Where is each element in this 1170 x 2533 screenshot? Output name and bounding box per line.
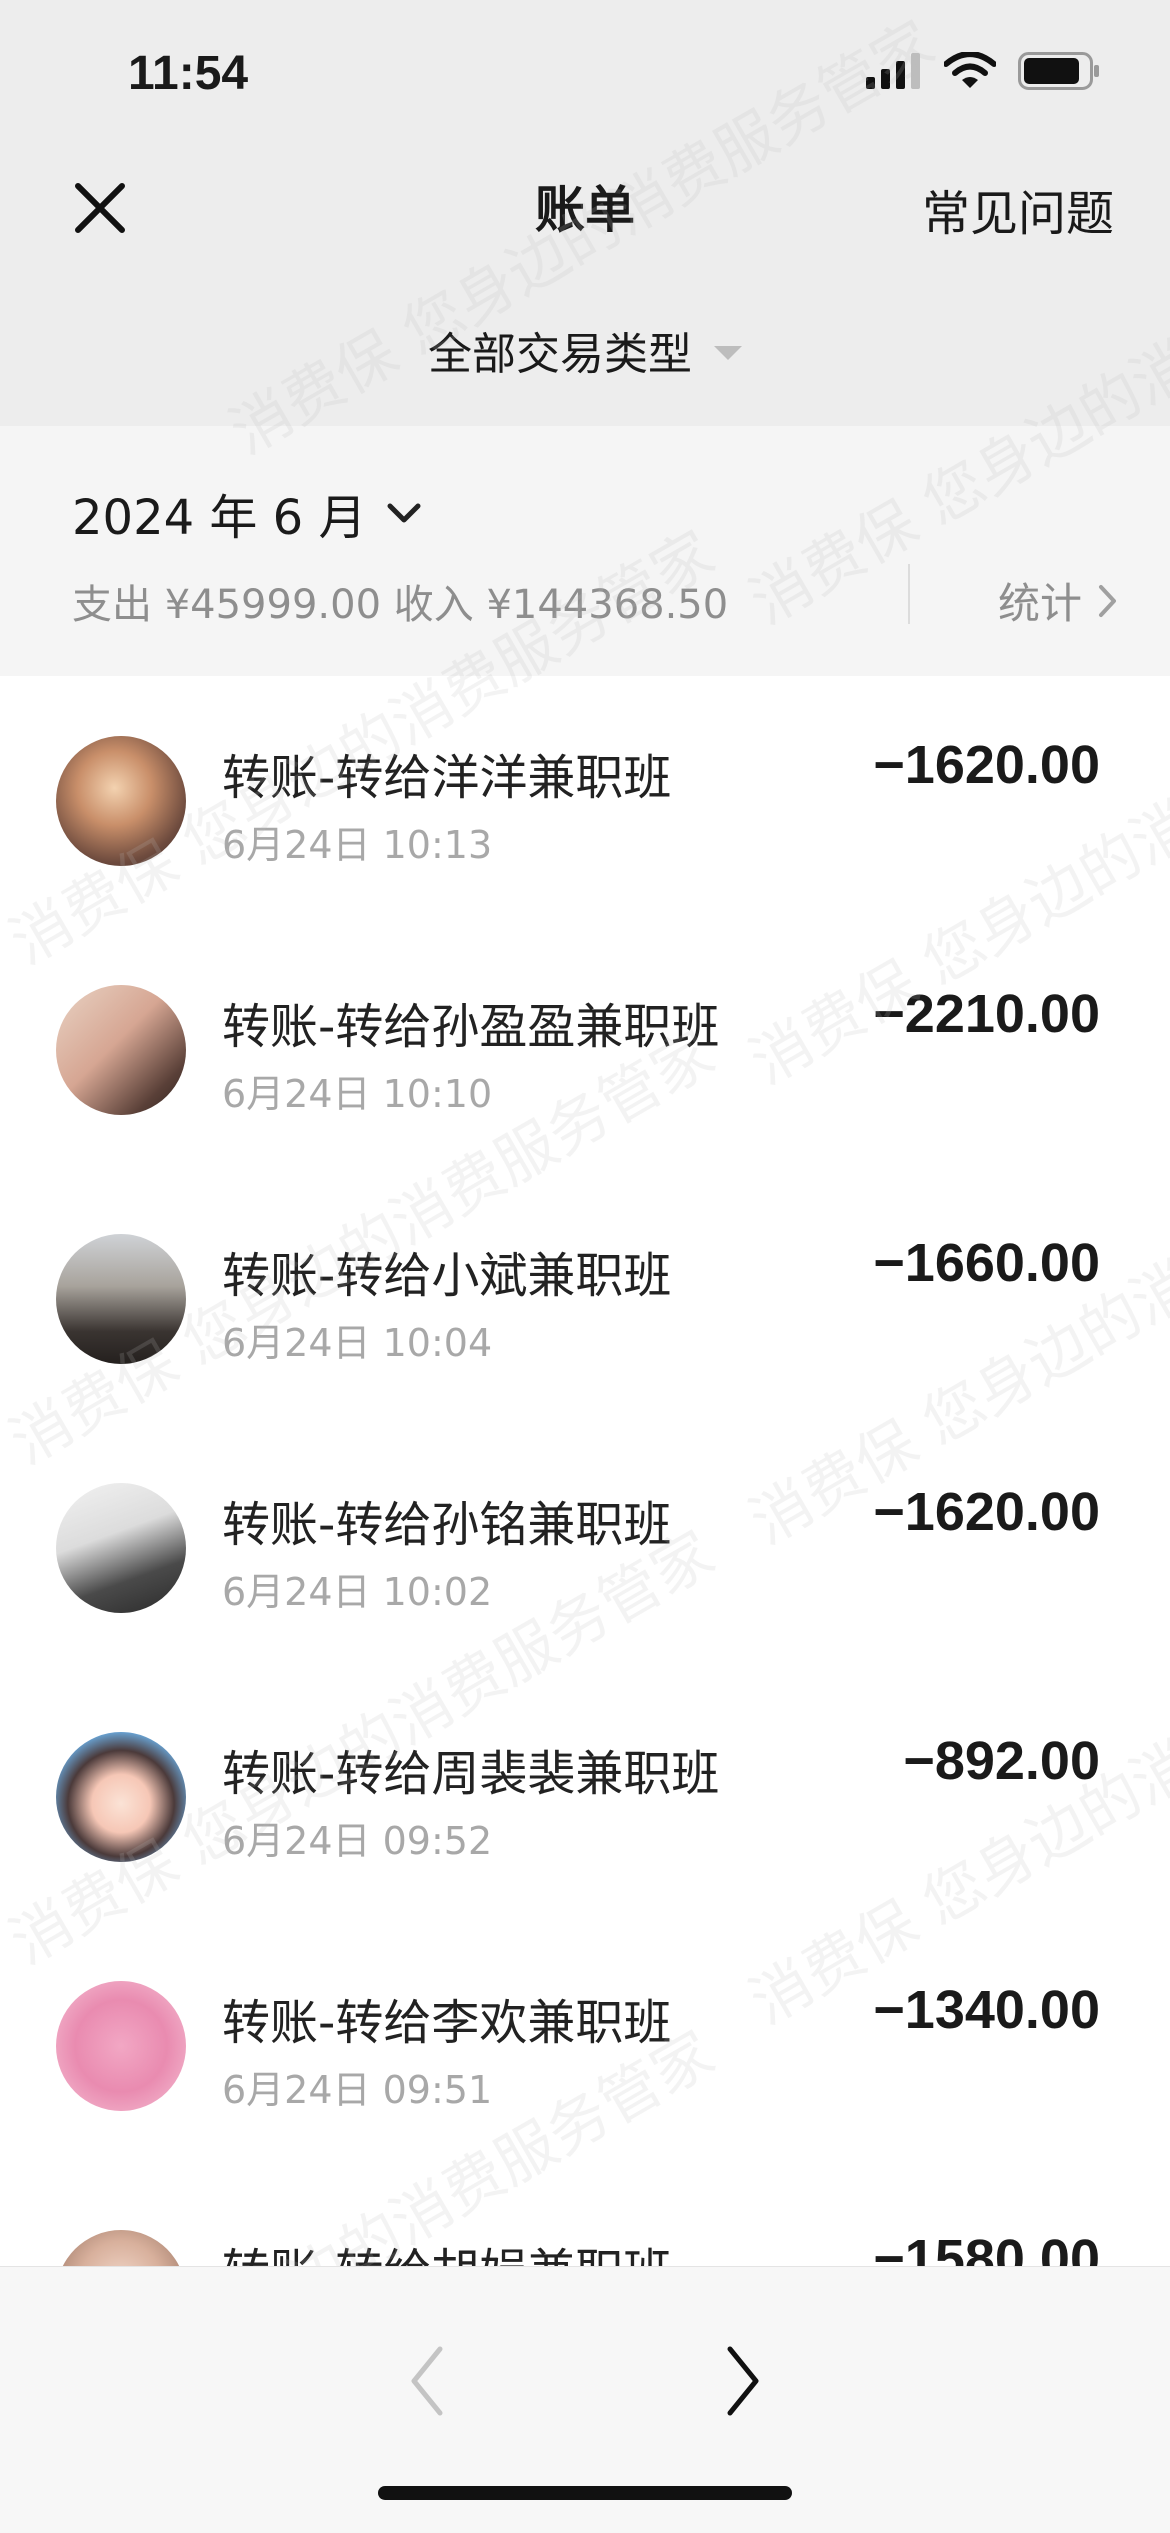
transaction-amount: −892.00 xyxy=(903,1731,1100,1791)
nav-bar: 账单 常见问题 xyxy=(0,150,1170,278)
transaction-row[interactable]: 转账-转给洋洋兼职班 6月24日 10:13 −1620.00 xyxy=(0,676,1170,925)
transaction-time: 6月24日 10:13 xyxy=(222,823,493,867)
transaction-time: 6月24日 09:51 xyxy=(222,2068,493,2112)
transaction-row[interactable]: 转账-转给李欢兼职班 6月24日 09:51 −1340.00 xyxy=(0,1921,1170,2170)
transaction-row[interactable]: 转账-转给周裴裴兼职班 6月24日 09:52 −892.00 xyxy=(0,1672,1170,1921)
chevron-right-icon xyxy=(1099,584,1116,617)
status-icons xyxy=(866,52,1100,90)
transaction-amount: −1340.00 xyxy=(873,1980,1100,2040)
transaction-title: 转账-转给李欢兼职班 xyxy=(222,1995,672,2051)
avatar xyxy=(56,1483,186,1613)
wifi-icon xyxy=(944,52,996,88)
transaction-amount: −1620.00 xyxy=(873,1482,1100,1542)
status-time: 11:54 xyxy=(128,47,249,100)
transaction-amount: −2210.00 xyxy=(873,984,1100,1044)
status-bar: 11:54 xyxy=(0,0,1170,150)
avatar xyxy=(56,2230,186,2266)
divider xyxy=(908,564,910,624)
transaction-amount: −1620.00 xyxy=(873,735,1100,795)
filter-bar: 全部交易类型 xyxy=(0,278,1170,426)
faq-link[interactable]: 常见问题 xyxy=(922,174,1114,244)
transaction-time: 6月24日 10:02 xyxy=(222,1570,493,1614)
transaction-title: 转账-转给孙铭兼职班 xyxy=(222,1497,672,1553)
filter-label: 全部交易类型 xyxy=(428,329,692,380)
transaction-title: 转账-转给周裴裴兼职班 xyxy=(222,1746,720,1802)
stats-label: 统计 xyxy=(997,579,1082,628)
transaction-time: 6月24日 10:04 xyxy=(222,1321,493,1365)
transaction-title: 转账-转给小斌兼职班 xyxy=(222,1248,672,1304)
transaction-row[interactable]: 转账-转给小斌兼职班 6月24日 10:04 −1660.00 xyxy=(0,1174,1170,1423)
transaction-type-filter[interactable]: 全部交易类型 xyxy=(0,318,1170,382)
signal-icon xyxy=(866,53,920,89)
transaction-row[interactable]: 转账-转给胡娟兼职班 −1580.00 xyxy=(0,2170,1170,2266)
totals-text: 支出 ¥45999.00 收入 ¥144368.50 xyxy=(72,582,729,628)
avatar xyxy=(56,1981,186,2111)
transaction-time: 6月24日 09:52 xyxy=(222,1819,493,1863)
chevron-right-icon[interactable] xyxy=(702,2331,782,2431)
month-summary: 2024 年 6 月 支出 ¥45999.00 收入 ¥144368.50 统计 xyxy=(0,426,1170,676)
transaction-title: 转账-转给胡娟兼职班 xyxy=(222,2232,671,2266)
transaction-amount: −1580.00 xyxy=(873,2229,1100,2266)
transaction-list: 转账-转给洋洋兼职班 6月24日 10:13 −1620.00 转账-转给孙盈盈… xyxy=(0,676,1170,2266)
avatar xyxy=(56,1732,186,1862)
avatar xyxy=(56,985,186,1115)
month-selector[interactable]: 2024 年 6 月 xyxy=(72,478,422,548)
battery-icon xyxy=(1018,52,1099,90)
transaction-row[interactable]: 转账-转给孙铭兼职班 6月24日 10:02 −1620.00 xyxy=(0,1423,1170,1672)
transaction-amount: −1660.00 xyxy=(873,1233,1100,1293)
transaction-row[interactable]: 转账-转给孙盈盈兼职班 6月24日 10:10 −2210.00 xyxy=(0,925,1170,1174)
home-indicator xyxy=(378,2486,792,2500)
stats-link[interactable]: 统计 xyxy=(998,570,1118,631)
transaction-title: 转账-转给洋洋兼职班 xyxy=(222,750,672,806)
avatar xyxy=(56,1234,186,1364)
chevron-down-icon xyxy=(387,503,421,523)
transaction-title: 转账-转给孙盈盈兼职班 xyxy=(222,999,720,1055)
avatar xyxy=(56,736,186,866)
transaction-time: 6月24日 10:10 xyxy=(222,1072,493,1116)
month-label: 2024 年 6 月 xyxy=(72,490,367,546)
triangle-down-icon xyxy=(714,346,742,360)
chevron-left-icon[interactable] xyxy=(388,2331,468,2431)
